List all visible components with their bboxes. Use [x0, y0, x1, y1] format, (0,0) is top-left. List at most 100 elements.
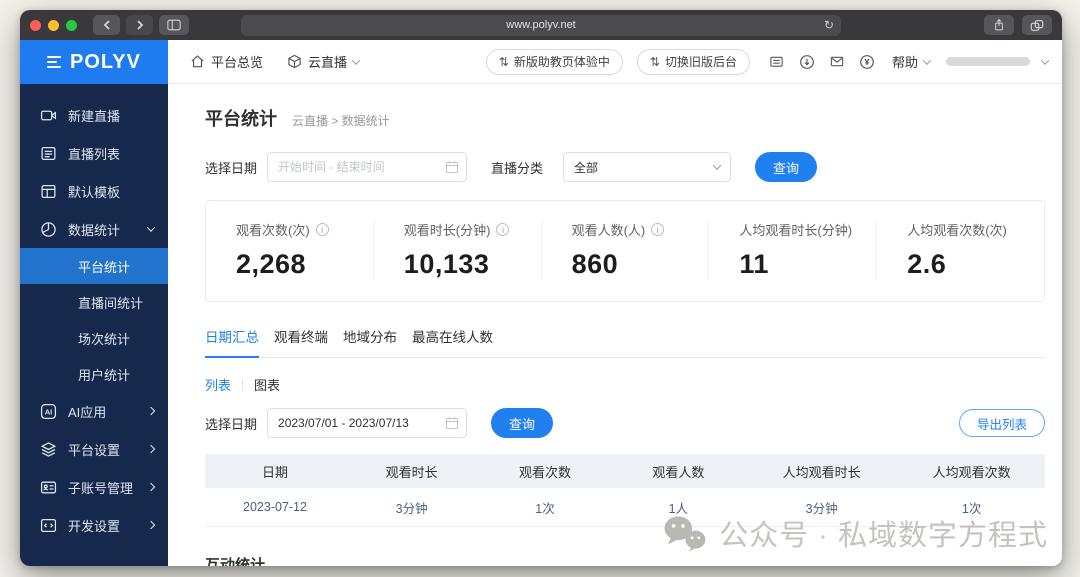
stat-label: 人均观看次数(次): [907, 223, 1007, 238]
new-assistant-pill-button[interactable]: ⇅ 新版助教页体验中: [485, 48, 623, 75]
table-date-range-field[interactable]: [268, 409, 467, 437]
nav-label: 平台总览: [211, 55, 264, 70]
column-header: 观看次数: [518, 464, 571, 480]
finance-button[interactable]: [856, 51, 878, 73]
date-range-field[interactable]: [268, 153, 467, 181]
traffic-lights: [30, 19, 77, 31]
close-window-button[interactable]: [30, 19, 41, 31]
help-menu[interactable]: 帮助: [891, 52, 932, 71]
sidebar-item-label: 数据统计: [68, 222, 121, 238]
cell-duration: 3分钟: [395, 501, 428, 516]
sidebar-subitem-label: 平台统计: [78, 259, 131, 275]
tab-date-summary[interactable]: 日期汇总: [205, 326, 259, 358]
fullscreen-window-button[interactable]: [66, 19, 77, 31]
sidebar-item-label: 直播列表: [68, 146, 121, 162]
chevron-down-icon[interactable]: [1040, 55, 1050, 65]
nav-platform-overview[interactable]: 平台总览: [190, 52, 263, 71]
sidebar-item-new-live[interactable]: 新建直播: [20, 96, 168, 134]
chevron-left-icon: [103, 20, 110, 30]
sidebar-subitem-label: 场次统计: [78, 331, 131, 347]
info-icon[interactable]: [496, 223, 510, 236]
browser-back-button[interactable]: [93, 15, 120, 35]
minimize-window-button[interactable]: [48, 19, 59, 31]
table-query-button[interactable]: 查询: [491, 408, 554, 438]
sidebar-item-label: 默认模板: [68, 184, 121, 200]
sidebar-item-platform-settings[interactable]: 平台设置: [20, 430, 168, 468]
switch-old-version-button[interactable]: ⇅ 切换旧版后台: [636, 48, 750, 75]
layers-icon: [40, 441, 57, 458]
table-date-range-input[interactable]: [267, 408, 468, 438]
table-row[interactable]: 2023-07-12 3分钟 1次 1人 3分钟 1次: [205, 488, 1045, 527]
sidebar-item-dev-settings[interactable]: 开发设置: [20, 506, 168, 544]
billing-button[interactable]: [766, 51, 788, 73]
chart-view-toggle[interactable]: 图表: [254, 375, 280, 394]
messages-button[interactable]: [826, 51, 848, 73]
sidebar-subitem-label: 用户统计: [78, 367, 131, 383]
download-center-button[interactable]: [796, 51, 818, 73]
column-header: 日期: [261, 464, 288, 480]
tab-region-distribution[interactable]: 地域分布: [343, 326, 397, 357]
sidebar-subitem-label: 直播间统计: [78, 295, 144, 311]
cell-date: 2023-07-12: [243, 500, 307, 514]
table-filter-row: 选择日期 查询 导出列表: [205, 408, 1045, 438]
browser-tabs-button[interactable]: [1022, 15, 1052, 35]
cell-avg-views: 1次: [961, 501, 982, 516]
date-filter-label: 选择日期: [205, 416, 258, 432]
list-view-toggle[interactable]: 列表: [205, 375, 231, 394]
account-name-redacted[interactable]: [946, 57, 1030, 66]
stat-label: 观看次数(次): [236, 223, 310, 238]
table-header-row: 日期 观看时长 观看次数 观看人数 人均观看时长 人均观看次数: [205, 454, 1045, 488]
sidebar-item-data-stats[interactable]: 数据统计: [20, 210, 168, 248]
column-header: 观看时长: [385, 464, 438, 480]
tab-overview-icon: [1030, 19, 1044, 31]
stat-value: 2,268: [236, 249, 307, 279]
chevron-right-icon: [146, 406, 156, 416]
sidebar-item-user-stats[interactable]: 用户统计: [20, 356, 168, 392]
chevron-right-icon: [136, 20, 143, 30]
info-icon[interactable]: [315, 223, 329, 236]
chevron-right-icon: [146, 482, 156, 492]
logo-text: POLYV: [70, 50, 141, 73]
pill-label: 切换旧版后台: [664, 55, 737, 69]
browser-forward-button[interactable]: [126, 15, 153, 35]
category-select[interactable]: 全部: [563, 152, 732, 182]
nav-cloud-live[interactable]: 云直播: [287, 52, 361, 71]
main-content: 平台统计 云直播 > 数据统计 选择日期 直播分类 全部 查询: [168, 84, 1062, 566]
tab-max-online[interactable]: 最高在线人数: [412, 326, 493, 357]
column-header: 人均观看时长: [782, 464, 861, 480]
browser-actions: [984, 15, 1052, 35]
column-header: 人均观看次数: [932, 464, 1011, 480]
browser-sidebar-button[interactable]: [159, 15, 189, 35]
sidebar-item-platform-stats[interactable]: 平台统计: [20, 248, 168, 284]
sidebar-item-ai-apps[interactable]: AI AI应用: [20, 392, 168, 430]
help-label: 帮助: [891, 55, 918, 70]
query-button[interactable]: 查询: [755, 152, 818, 182]
info-icon[interactable]: [651, 223, 665, 236]
export-list-button[interactable]: 导出列表: [958, 409, 1045, 437]
sidebar-item-label: 新建直播: [68, 108, 121, 124]
polyv-logo[interactable]: POLYV: [20, 40, 168, 84]
app-header: POLYV 平台总览 云直播 ⇅ 新版助教页体验中 ⇅ 切换旧版后台 帮助: [20, 40, 1062, 84]
calendar-icon: [445, 160, 459, 177]
reload-icon[interactable]: ↻: [824, 18, 834, 32]
sidebar-item-live-list[interactable]: 直播列表: [20, 134, 168, 172]
chevron-down-icon: [712, 161, 722, 170]
view-toggle: 列表 图表: [205, 375, 1045, 394]
sidebar-item-default-template[interactable]: 默认模板: [20, 172, 168, 210]
share-icon: [995, 18, 1003, 31]
tab-view-terminal[interactable]: 观看终端: [274, 326, 328, 357]
column-header: 观看人数: [652, 464, 705, 480]
chevron-down-icon: [146, 223, 156, 232]
sidebar-item-subaccount-management[interactable]: 子账号管理: [20, 468, 168, 506]
sidebar-item-label: 平台设置: [68, 442, 121, 458]
menu-toggle-icon[interactable]: [47, 56, 62, 68]
date-range-input[interactable]: [267, 152, 468, 182]
stat-label: 人均观看时长(分钟): [739, 223, 853, 238]
browser-share-button[interactable]: [984, 15, 1014, 35]
mail-icon: [830, 56, 844, 67]
browser-address-bar[interactable]: www.polyv.net ↻: [241, 14, 841, 36]
sidebar-item-room-stats[interactable]: 直播间统计: [20, 284, 168, 320]
swap-arrows-icon: ⇅: [649, 54, 660, 69]
sidebar-item-session-stats[interactable]: 场次统计: [20, 320, 168, 356]
stats-summary-card: 观看次数(次) 2,268 观看时长(分钟) 10,133 观看人数(人) 86…: [205, 200, 1045, 302]
